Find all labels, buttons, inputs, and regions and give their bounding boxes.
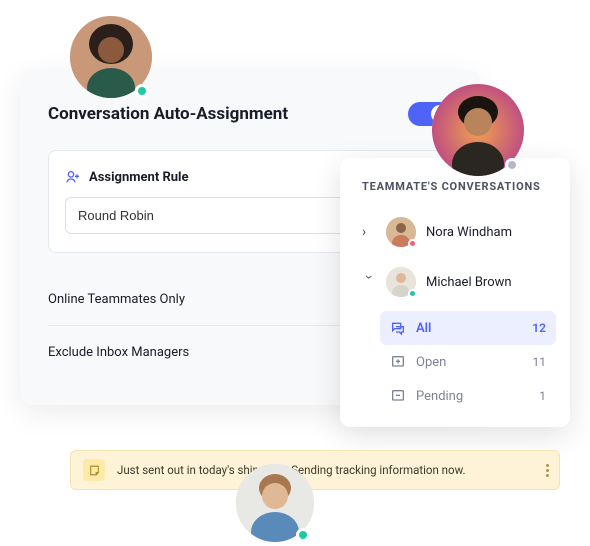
teammate-name: Nora Windham — [426, 225, 512, 240]
conversation-list: All 12 Open 11 Pending 1 — [354, 311, 556, 413]
teammate-row-nora[interactable]: › Nora Windham — [354, 211, 556, 253]
teammate-row-michael[interactable]: › Michael Brown — [354, 261, 556, 303]
conv-count: 12 — [532, 321, 546, 335]
panel-title: TEAMMATE'S CONVERSATIONS — [354, 180, 556, 193]
card-header: Conversation Auto-Assignment — [48, 102, 452, 126]
card-title: Conversation Auto-Assignment — [48, 104, 288, 124]
teammate-name: Michael Brown — [426, 275, 512, 290]
conv-label: Open — [416, 355, 446, 370]
conv-item-all[interactable]: All 12 — [380, 311, 556, 345]
assignment-rule-label-text: Assignment Rule — [89, 170, 189, 185]
chat-open-icon — [390, 354, 406, 370]
status-dot-online — [296, 528, 310, 542]
chevron-down-icon: › — [361, 275, 377, 289]
conv-label: All — [416, 321, 431, 336]
chevron-right-icon: › — [362, 224, 376, 240]
avatar — [386, 267, 416, 297]
conv-item-open[interactable]: Open 11 — [380, 345, 556, 379]
notification-toast: Just sent out in today's shipment. Sendi… — [70, 450, 560, 490]
user-plus-icon — [65, 169, 81, 185]
chat-pending-icon — [390, 388, 406, 404]
status-dot-online — [408, 289, 417, 298]
option-label: Online Teammates Only — [48, 292, 185, 307]
option-label: Exclude Inbox Managers — [48, 345, 189, 360]
teammates-panel: TEAMMATE'S CONVERSATIONS › Nora Windham … — [340, 158, 570, 427]
conv-count: 1 — [539, 389, 546, 403]
chat-all-icon — [390, 320, 406, 336]
more-icon[interactable] — [546, 464, 549, 477]
status-dot-online — [135, 84, 149, 98]
conv-count: 11 — [533, 355, 547, 369]
status-dot-away — [505, 158, 519, 172]
notification-text: Just sent out in today's shipment. Sendi… — [117, 463, 534, 477]
status-dot-busy — [408, 239, 417, 248]
note-icon — [83, 459, 105, 481]
conv-item-pending[interactable]: Pending 1 — [380, 379, 556, 413]
avatar — [386, 217, 416, 247]
conv-label: Pending — [416, 389, 463, 404]
